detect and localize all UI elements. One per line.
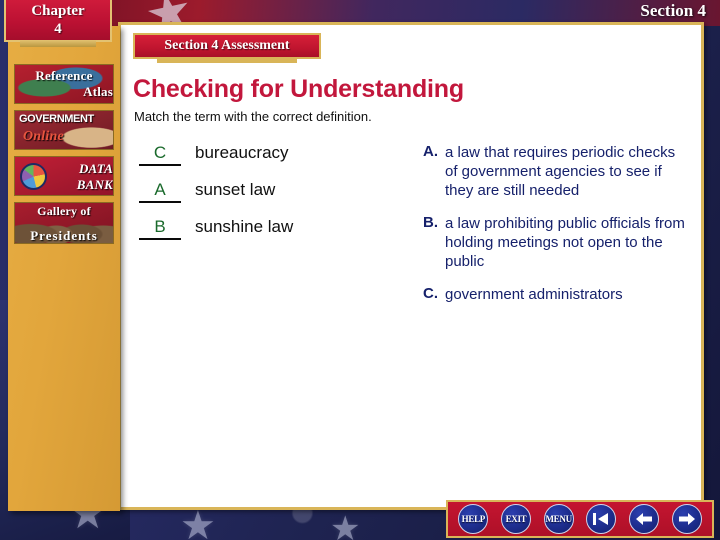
section-label: Section 4 — [640, 1, 706, 20]
definition-row: B. a law prohibiting public officials fr… — [423, 214, 685, 271]
sidebar-item-government-online[interactable]: GOVERNMENT Online — [14, 110, 114, 150]
star-decoration: ★ — [330, 510, 361, 540]
assessment-plaque-foot — [157, 58, 297, 63]
menu-button[interactable]: MENU — [543, 504, 574, 534]
government-online-label-line2: Online — [23, 129, 64, 144]
first-page-icon[interactable] — [586, 504, 617, 534]
instruction-text: Match the term with the correct definiti… — [134, 109, 372, 124]
chapter-word: Chapter — [31, 3, 85, 19]
definition-row: C. government administrators — [423, 285, 685, 304]
term-label: bureaucracy — [195, 143, 289, 162]
reference-atlas-label-line1: Reference — [35, 68, 93, 83]
definition-text: a law prohibiting public officials from … — [445, 215, 685, 270]
term-row: B sunshine law — [139, 217, 389, 240]
sidebar-item-reference-atlas[interactable]: Reference Atlas — [14, 64, 114, 104]
definition-letter: B. — [423, 214, 438, 231]
term-row: A sunset law — [139, 180, 389, 203]
definition-text: government administrators — [445, 286, 623, 303]
star-decoration: ★ — [180, 504, 216, 540]
definition-row: A. a law that requires periodic checks o… — [423, 143, 685, 200]
assessment-title-text: Section 4 Assessment — [164, 38, 290, 53]
page-title: Checking for Understanding — [133, 75, 464, 103]
assessment-title-plaque: Section 4 Assessment — [133, 33, 321, 63]
exit-button[interactable]: EXIT — [500, 504, 531, 534]
chapter-number: 4 — [54, 21, 62, 37]
reference-atlas-label-line2: Atlas — [83, 84, 113, 99]
definitions-column: A. a law that requires periodic checks o… — [423, 143, 685, 318]
chapter-plaque: Chapter 4 — [4, 0, 112, 47]
definition-letter: C. — [423, 285, 438, 302]
definition-letter: A. — [423, 143, 438, 160]
forward-arrow-icon[interactable] — [671, 504, 702, 534]
slide-root: ★ ★ ★ ★ Chapter 4 Section 4 Reference At… — [0, 0, 720, 540]
sidebar-item-gallery-of-presidents[interactable]: Gallery of Presidents — [14, 202, 114, 244]
back-arrow-icon[interactable] — [628, 504, 659, 534]
term-label: sunset law — [195, 180, 276, 199]
sidebar-panel: Reference Atlas GOVERNMENT Online DATA B… — [8, 26, 120, 511]
bottom-navigation-bar: HELP EXIT MENU — [446, 500, 714, 538]
term-answer-blank[interactable]: B — [139, 217, 181, 240]
term-answer-blank[interactable]: A — [139, 180, 181, 203]
term-answer-blank[interactable]: C — [139, 143, 181, 166]
gallery-presidents-label-line1: Gallery of — [37, 204, 91, 218]
term-row: C bureaucracy — [139, 143, 389, 166]
chapter-plaque-notch — [20, 40, 96, 47]
sidebar-item-data-bank[interactable]: DATA BANK — [14, 156, 114, 196]
gallery-presidents-label-line2: Presidents — [30, 228, 98, 243]
definition-text: a law that requires periodic checks of g… — [445, 144, 676, 199]
data-bank-label-line2: BANK — [76, 177, 113, 192]
terms-column: C bureaucracy A sunset law B sunshine la… — [139, 143, 389, 254]
government-online-label-line1: GOVERNMENT — [19, 113, 94, 125]
data-bank-label-line1: DATA — [78, 161, 113, 176]
term-label: sunshine law — [195, 217, 294, 236]
help-button[interactable]: HELP — [458, 504, 489, 534]
content-panel: Section 4 Assessment Checking for Unders… — [118, 22, 704, 510]
